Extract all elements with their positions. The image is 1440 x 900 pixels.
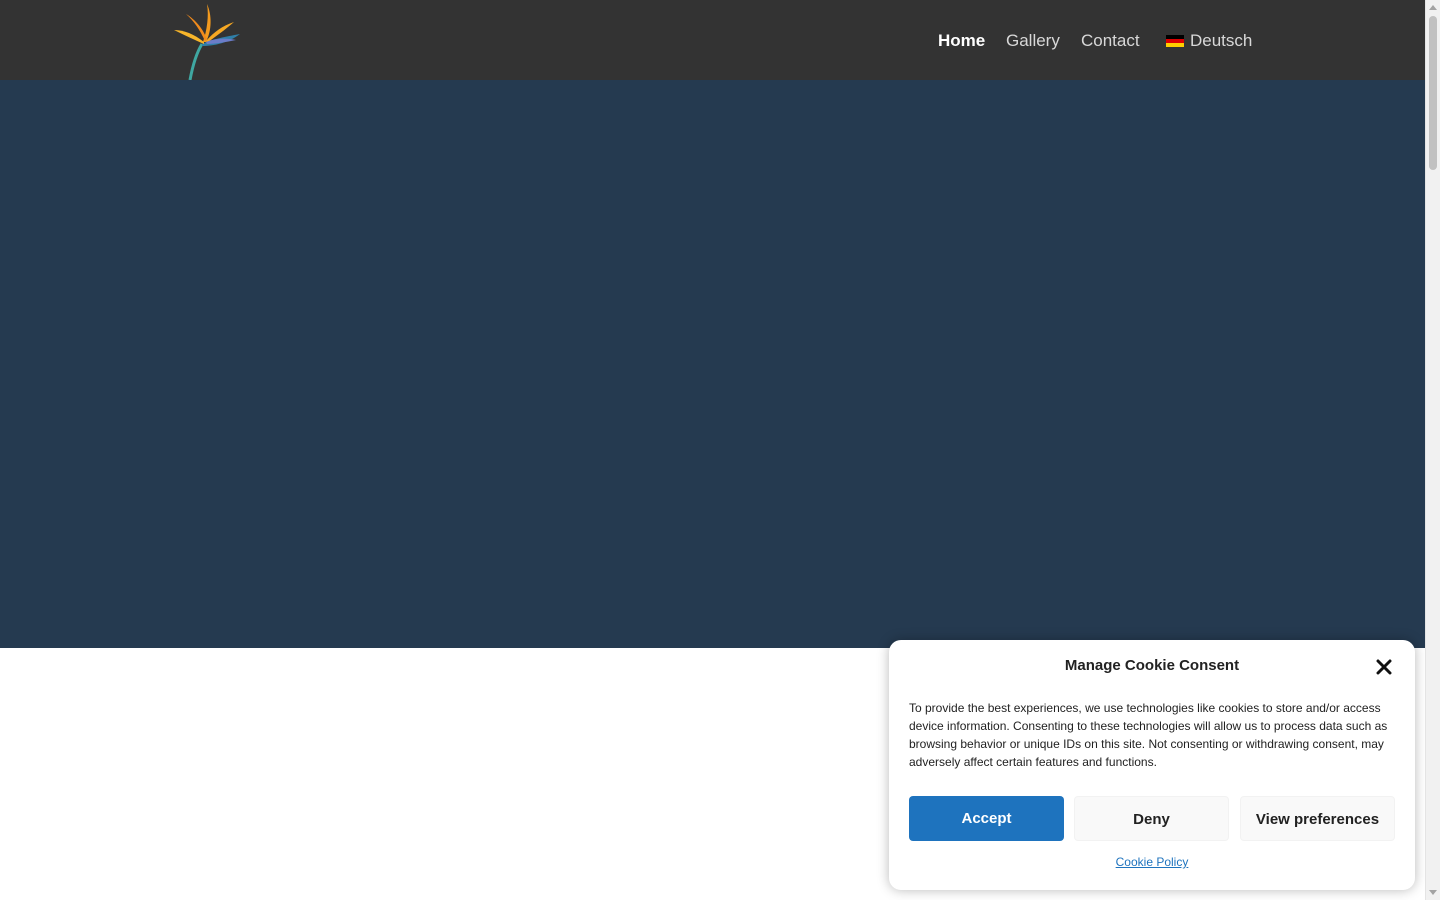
german-flag-icon (1166, 35, 1184, 47)
cookie-dialog-title: Manage Cookie Consent (1064, 657, 1240, 674)
nav-home[interactable]: Home (938, 30, 985, 52)
deny-button[interactable]: Deny (1074, 796, 1229, 841)
nav-gallery[interactable]: Gallery (1006, 30, 1060, 52)
view-preferences-button[interactable]: View preferences (1240, 796, 1395, 841)
language-label: Deutsch (1190, 31, 1253, 50)
language-switcher[interactable]: Deutsch (1166, 30, 1252, 52)
close-icon[interactable] (1376, 659, 1392, 675)
scroll-up-arrow-icon[interactable] (1429, 5, 1437, 10)
site-header: Home Gallery Contact Deutsch (0, 0, 1425, 81)
scrollbar-thumb[interactable] (1429, 16, 1437, 170)
page: Home Gallery Contact Deutsch Manage Cook… (0, 0, 1425, 900)
hero-section (0, 80, 1425, 648)
cookie-policy-link[interactable]: Cookie Policy (889, 854, 1415, 870)
site-logo[interactable] (170, 0, 246, 81)
cookie-consent-dialog: Manage Cookie Consent To provide the bes… (889, 640, 1415, 890)
cookie-dialog-message: To provide the best experiences, we use … (909, 701, 1388, 769)
nav-contact[interactable]: Contact (1081, 30, 1140, 52)
scroll-down-arrow-icon[interactable] (1429, 890, 1437, 895)
bird-of-paradise-logo-icon (174, 4, 240, 81)
accept-button[interactable]: Accept (909, 796, 1064, 841)
vertical-scrollbar[interactable] (1425, 0, 1440, 900)
